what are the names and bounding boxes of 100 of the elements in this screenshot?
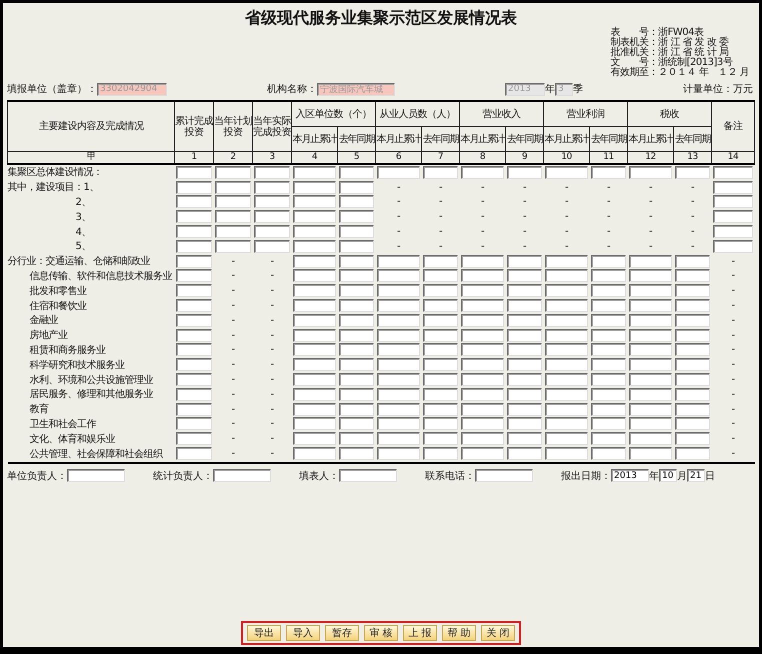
input-field[interactable] xyxy=(675,299,710,312)
input-field[interactable] xyxy=(293,225,336,238)
input-field[interactable] xyxy=(293,328,336,342)
input-field[interactable] xyxy=(713,210,753,224)
input-field[interactable] xyxy=(591,299,626,312)
input-field[interactable] xyxy=(423,269,458,282)
input-field[interactable] xyxy=(423,314,458,327)
input-field[interactable] xyxy=(545,299,588,312)
input-field[interactable] xyxy=(377,269,420,282)
input-field[interactable] xyxy=(176,373,212,386)
input-field[interactable] xyxy=(176,358,212,372)
input-field[interactable] xyxy=(339,432,374,446)
input-field[interactable] xyxy=(423,417,458,430)
input-field[interactable] xyxy=(591,328,626,342)
input-field[interactable] xyxy=(339,180,374,194)
input-field[interactable] xyxy=(423,254,458,268)
input-field[interactable] xyxy=(176,432,212,446)
input-field[interactable] xyxy=(215,225,251,238)
input-field[interactable] xyxy=(176,254,212,268)
input-field[interactable] xyxy=(176,447,212,460)
input-field[interactable] xyxy=(293,432,336,446)
input-field[interactable] xyxy=(176,388,212,401)
input-field[interactable] xyxy=(591,269,626,282)
input-field[interactable] xyxy=(176,269,212,282)
input-field[interactable] xyxy=(545,284,588,298)
input-field[interactable] xyxy=(461,299,504,312)
input-field[interactable] xyxy=(423,328,458,342)
input-field[interactable] xyxy=(67,469,125,482)
input-field[interactable] xyxy=(713,195,753,208)
input-field[interactable] xyxy=(293,240,336,253)
input-field[interactable] xyxy=(176,240,212,253)
input-field[interactable] xyxy=(176,225,212,238)
input-field[interactable] xyxy=(176,195,212,208)
input-field[interactable] xyxy=(545,343,588,356)
input-field[interactable] xyxy=(675,269,710,282)
input-field[interactable] xyxy=(461,358,504,372)
input-field[interactable] xyxy=(507,328,542,342)
input-field[interactable] xyxy=(461,402,504,416)
input-field[interactable] xyxy=(377,299,420,312)
input-field[interactable] xyxy=(507,343,542,356)
input-field[interactable] xyxy=(675,314,710,327)
input-field[interactable] xyxy=(377,314,420,327)
input-field[interactable] xyxy=(545,432,588,446)
input-field[interactable] xyxy=(213,469,271,482)
input-field[interactable] xyxy=(713,240,753,253)
toolbar-button[interactable]: 帮 助 xyxy=(442,625,476,641)
input-field[interactable] xyxy=(176,210,212,224)
input-field[interactable] xyxy=(254,166,290,179)
input-field[interactable] xyxy=(461,166,504,179)
input-field[interactable] xyxy=(293,269,336,282)
input-field[interactable] xyxy=(507,314,542,327)
input-field[interactable] xyxy=(254,180,290,194)
input-field[interactable] xyxy=(215,195,251,208)
input-field[interactable] xyxy=(176,284,212,298)
input-field[interactable] xyxy=(461,314,504,327)
input-field[interactable] xyxy=(545,417,588,430)
input-field[interactable] xyxy=(507,432,542,446)
input-field[interactable] xyxy=(629,417,672,430)
input-field[interactable] xyxy=(629,388,672,401)
input-field[interactable] xyxy=(713,166,753,179)
input-field[interactable] xyxy=(475,469,533,482)
input-field[interactable] xyxy=(377,166,420,179)
input-field[interactable] xyxy=(675,343,710,356)
input-field[interactable] xyxy=(507,447,542,460)
input-field[interactable] xyxy=(293,358,336,372)
input-field[interactable] xyxy=(713,180,753,194)
input-field[interactable] xyxy=(507,284,542,298)
input-field[interactable] xyxy=(377,447,420,460)
input-field[interactable] xyxy=(377,284,420,298)
input-field[interactable] xyxy=(461,254,504,268)
input-field[interactable] xyxy=(293,402,336,416)
input-field[interactable] xyxy=(339,225,374,238)
input-field[interactable] xyxy=(629,432,672,446)
input-field[interactable] xyxy=(339,314,374,327)
input-field[interactable] xyxy=(461,343,504,356)
input-field[interactable] xyxy=(176,180,212,194)
input-field[interactable] xyxy=(339,358,374,372)
input-field[interactable] xyxy=(629,447,672,460)
input-field[interactable] xyxy=(176,166,212,179)
input-field[interactable] xyxy=(591,402,626,416)
input-field[interactable] xyxy=(591,432,626,446)
input-field[interactable] xyxy=(377,254,420,268)
input-field[interactable] xyxy=(339,195,374,208)
input-field[interactable] xyxy=(461,284,504,298)
input-field[interactable] xyxy=(339,269,374,282)
input-field[interactable] xyxy=(629,328,672,342)
input-field[interactable] xyxy=(591,166,626,179)
input-field[interactable] xyxy=(293,166,336,179)
input-field[interactable] xyxy=(591,417,626,430)
input-field[interactable] xyxy=(675,388,710,401)
input-field[interactable] xyxy=(293,314,336,327)
input-field[interactable] xyxy=(507,269,542,282)
input-field[interactable] xyxy=(675,358,710,372)
input-field[interactable] xyxy=(377,328,420,342)
toolbar-button[interactable]: 导入 xyxy=(286,625,320,641)
input-field[interactable] xyxy=(423,373,458,386)
input-field[interactable] xyxy=(339,417,374,430)
input-field[interactable] xyxy=(215,166,251,179)
input-field[interactable]: 10 xyxy=(659,469,677,482)
input-field[interactable] xyxy=(675,402,710,416)
